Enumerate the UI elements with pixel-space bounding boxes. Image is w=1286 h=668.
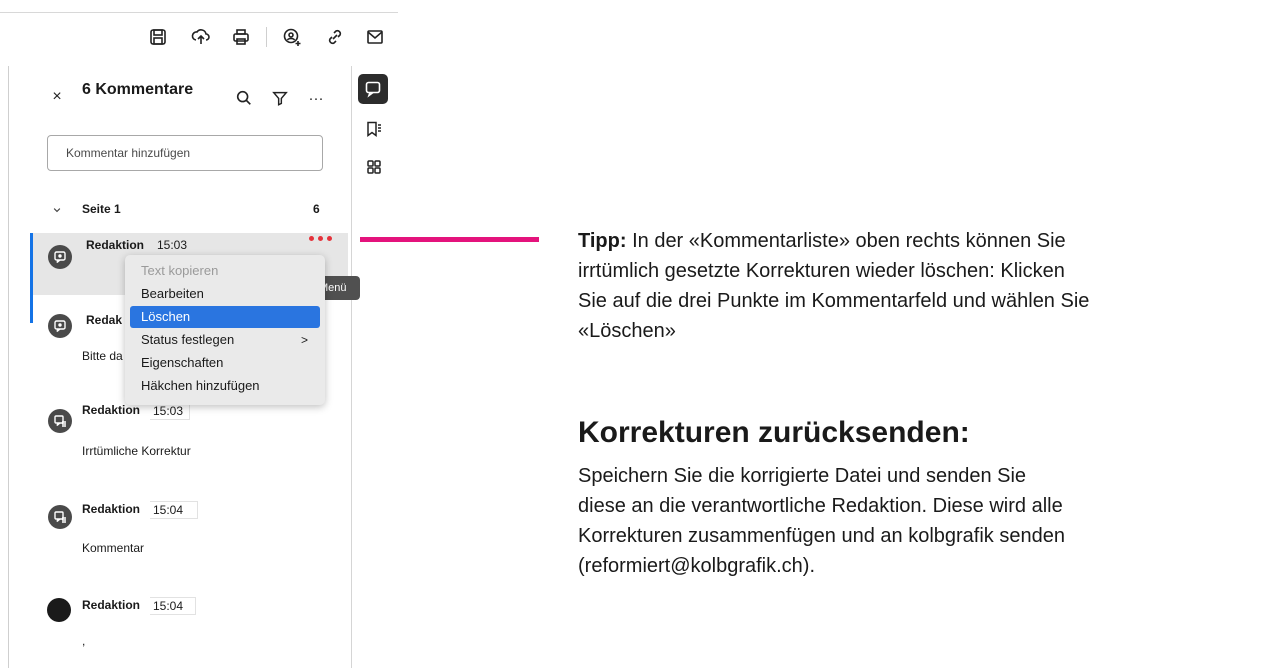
tip-line-2: irrtümlich gesetzte Korrekturen wieder l… — [578, 260, 1065, 282]
comment-user-avatar — [47, 598, 71, 622]
tip-line-3: Sie auf die drei Punkte im Kommentarfeld… — [578, 290, 1090, 312]
search-icon[interactable] — [234, 88, 254, 108]
section-line-1: Speichern Sie die korrigierte Datei und … — [578, 465, 1027, 487]
section-line-4: (reformiert@kolbgrafik.ch). — [578, 555, 816, 577]
comment-text: Bitte da — [82, 349, 123, 363]
section-heading: Korrekturen zurücksenden: — [578, 416, 970, 449]
thumbnails-icon[interactable] — [363, 156, 385, 178]
close-panel-button[interactable]: × — [48, 88, 66, 106]
panel-title: 6 Kommentare — [82, 81, 194, 98]
comment-more-button[interactable] — [309, 236, 332, 241]
comment-time: 15:04 — [150, 501, 198, 519]
comment-author: Redaktion — [82, 502, 141, 516]
chevron-down-icon[interactable] — [50, 203, 64, 217]
link-icon[interactable] — [324, 26, 346, 48]
menu-item-set-status[interactable]: Status festlegen > — [130, 329, 320, 351]
menu-item-edit[interactable]: Bearbeiten — [130, 283, 320, 305]
mail-icon[interactable] — [364, 26, 386, 48]
selection-indicator — [30, 295, 33, 323]
more-options-button[interactable]: ··· — [306, 88, 326, 108]
page-group-label[interactable]: Seite 1 — [82, 202, 121, 216]
comment-note-icon — [48, 245, 72, 269]
comment-context-menu: Text kopieren Bearbeiten Löschen Status … — [125, 255, 325, 405]
toolbar-divider — [0, 12, 398, 13]
comment-text: Irrtümliche Korrektur — [82, 444, 191, 458]
add-comment-input[interactable] — [47, 135, 323, 171]
tip-text-1: In der «Kommentarliste» oben rechts könn… — [632, 230, 1066, 252]
submenu-arrow-icon: > — [300, 333, 308, 347]
comment-text-edit-icon — [48, 505, 72, 529]
comment-text: Kommentar — [82, 541, 145, 555]
comment-text: , — [82, 634, 86, 648]
comment-time: 15:04 — [150, 597, 196, 615]
page-comment-count: 6 — [313, 202, 320, 216]
toolbar-separator — [266, 27, 267, 47]
menu-item-copy-text: Text kopieren — [141, 263, 219, 278]
callout-connector — [360, 237, 539, 242]
tip-line-1: Tipp: In der «Kommentarliste» oben recht… — [578, 226, 1278, 256]
bookmark-icon[interactable] — [363, 118, 385, 140]
comment-author: Redaktion — [82, 403, 141, 417]
menu-item-set-status-label: Status festlegen — [141, 332, 235, 347]
tip-line-4: «Löschen» — [578, 320, 676, 342]
tip-label: Tipp: — [578, 230, 627, 252]
comment-time: 15:03 — [157, 238, 188, 252]
share-user-icon[interactable] — [281, 26, 303, 48]
comment-author: Redaktion — [82, 598, 141, 612]
selection-indicator — [30, 233, 33, 295]
menu-item-add-checkmark[interactable]: Häkchen hinzufügen — [130, 375, 320, 397]
top-toolbar — [0, 0, 398, 66]
comment-author: Redaktion — [86, 238, 145, 252]
menu-item-properties[interactable]: Eigenschaften — [130, 352, 320, 374]
section-body: Speichern Sie die korrigierte Datei und … — [578, 461, 1278, 581]
comment-author: Redak — [86, 313, 123, 327]
comment-icon[interactable] — [358, 74, 388, 104]
panel-left-border — [8, 66, 9, 668]
menu-item-delete[interactable]: Löschen — [130, 306, 320, 328]
section-line-3: Korrekturen zusammenfügen und an kolbgra… — [578, 525, 1065, 547]
comment-note-icon — [48, 314, 72, 338]
section-line-2: diese an die verantwortliche Redaktion. … — [578, 495, 1063, 517]
tip-paragraph: Tipp: In der «Kommentarliste» oben recht… — [578, 226, 1278, 346]
comment-text-edit-icon — [48, 409, 72, 433]
filter-icon[interactable] — [270, 88, 290, 108]
save-icon[interactable] — [147, 26, 169, 48]
print-icon[interactable] — [230, 26, 252, 48]
panel-right-border — [351, 66, 352, 668]
upload-icon[interactable] — [190, 26, 212, 48]
